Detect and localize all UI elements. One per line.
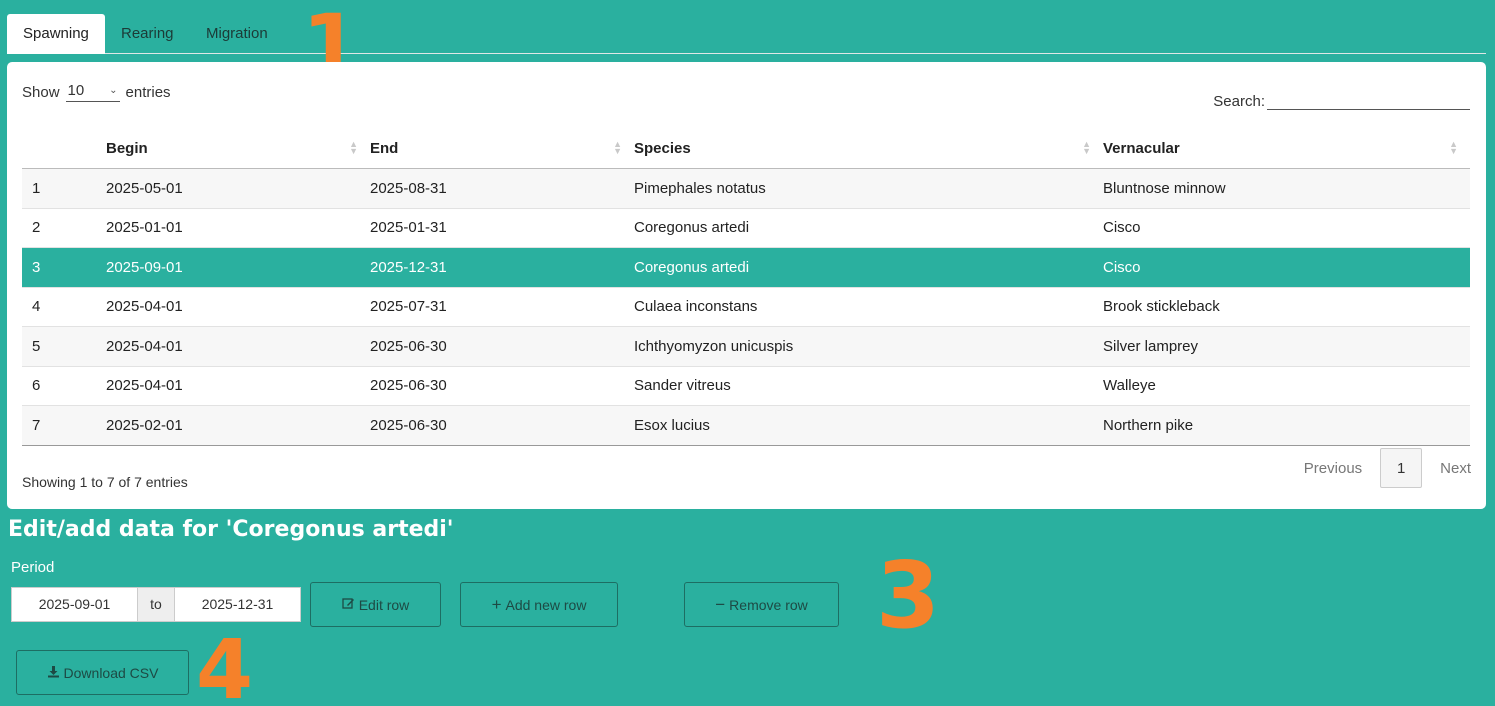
table-row[interactable]: 2 2025-01-01 2025-01-31 Coregonus artedi…	[22, 208, 1470, 248]
table-row[interactable]: 7 2025-02-01 2025-06-30 Esox lucius Nort…	[22, 406, 1470, 446]
annotation-marker-4: 4	[196, 623, 254, 706]
start-date-input[interactable]: 2025-09-01	[11, 587, 138, 622]
cell-begin: 2025-09-01	[106, 258, 183, 276]
remove-row-button[interactable]: − Remove row	[684, 582, 839, 627]
cell-begin: 2025-02-01	[106, 416, 183, 434]
edit-section-title: Edit/add data for 'Coregonus artedi'	[8, 517, 454, 542]
annotation-marker-3: 3	[876, 542, 941, 649]
download-csv-button[interactable]: Download CSV	[16, 650, 189, 695]
chevron-down-icon: ⌄	[109, 85, 118, 96]
cell-vernacular: Silver lamprey	[1103, 337, 1199, 355]
cell-end: 2025-06-30	[370, 337, 447, 355]
table-row[interactable]: 6 2025-04-01 2025-06-30 Sander vitreus W…	[22, 366, 1470, 406]
cell-vernacular: Brook stickleback	[1103, 298, 1220, 316]
plus-icon: +	[491, 594, 502, 614]
previous-page-button[interactable]: Previous	[1304, 460, 1362, 477]
search-label: Search:	[1213, 93, 1265, 110]
sort-icon: ▲ ▼	[349, 139, 358, 156]
entries-label: entries	[125, 83, 171, 101]
cell-end: 2025-06-30	[370, 377, 447, 395]
cell-index: 6	[32, 377, 41, 395]
remove-row-label: Remove row	[729, 596, 808, 613]
add-new-row-label: Add new row	[505, 596, 587, 613]
column-header-end[interactable]: End ▲ ▼	[370, 140, 634, 157]
data-table-card: Show 10 ⌄ entries Search: Begin ▲ ▼ End ▲…	[7, 62, 1486, 509]
cell-vernacular: Bluntnose minnow	[1103, 179, 1226, 197]
show-label: Show	[22, 83, 60, 101]
minus-icon: −	[715, 594, 726, 614]
search-control: Search:	[1213, 84, 1470, 110]
table-row-selected[interactable]: 3 2025-09-01 2025-12-31 Coregonus artedi…	[22, 248, 1470, 288]
cell-index: 1	[32, 179, 41, 197]
data-table: Begin ▲ ▼ End ▲ ▼ Species ▲ ▼ Vernacular ▲ ▼…	[22, 128, 1470, 446]
column-header-species[interactable]: Species ▲ ▼	[634, 140, 1103, 157]
table-header: Begin ▲ ▼ End ▲ ▼ Species ▲ ▼ Vernacular ▲ ▼	[22, 128, 1470, 169]
add-new-row-button[interactable]: + Add new row	[460, 582, 618, 627]
search-input[interactable]	[1267, 84, 1470, 110]
cell-end: 2025-08-31	[370, 179, 447, 197]
cell-vernacular: Northern pike	[1103, 416, 1194, 434]
tab-bar: Spawning Rearing Migration	[7, 14, 1486, 54]
edit-row-button[interactable]: Edit row	[310, 582, 441, 627]
column-header-label: End	[370, 139, 399, 157]
cell-index: 2	[32, 219, 41, 237]
cell-index: 7	[32, 416, 41, 434]
table-row[interactable]: 4 2025-04-01 2025-07-31 Culaea inconstan…	[22, 287, 1470, 327]
end-date-input[interactable]: 2025-12-31	[174, 587, 301, 622]
cell-end: 2025-01-31	[370, 219, 447, 237]
page-length-select[interactable]: 10 ⌄	[65, 82, 120, 102]
cell-vernacular: Cisco	[1103, 219, 1141, 237]
pagination: Previous 1 Next	[1304, 448, 1471, 488]
page-length-value: 10	[67, 82, 85, 99]
table-info: Showing 1 to 7 of 7 entries	[22, 474, 188, 490]
cell-begin: 2025-05-01	[106, 179, 183, 197]
cell-begin: 2025-04-01	[106, 377, 183, 395]
tab-spawning[interactable]: Spawning	[7, 14, 105, 54]
download-icon	[47, 665, 60, 681]
column-header-vernacular[interactable]: Vernacular ▲ ▼	[1103, 140, 1470, 157]
cell-species: Pimephales notatus	[634, 179, 766, 197]
tab-rearing[interactable]: Rearing	[105, 14, 190, 54]
column-header-label: Begin	[106, 139, 148, 157]
cell-species: Culaea inconstans	[634, 298, 758, 316]
cell-end: 2025-07-31	[370, 298, 447, 316]
cell-vernacular: Walleye	[1103, 377, 1156, 395]
edit-icon	[342, 597, 355, 613]
cell-begin: 2025-04-01	[106, 337, 183, 355]
cell-begin: 2025-04-01	[106, 298, 183, 316]
cell-species: Ichthyomyzon unicuspis	[634, 337, 794, 355]
period-daterange: 2025-09-01 to 2025-12-31	[11, 587, 301, 622]
period-label: Period	[11, 559, 55, 576]
cell-species: Coregonus artedi	[634, 219, 750, 237]
cell-index: 5	[32, 337, 41, 355]
cell-begin: 2025-01-01	[106, 219, 183, 237]
cell-end: 2025-06-30	[370, 416, 447, 434]
next-page-button[interactable]: Next	[1440, 460, 1471, 477]
sort-icon: ▲ ▼	[1082, 139, 1091, 156]
cell-end: 2025-12-31	[370, 258, 447, 276]
column-header-begin[interactable]: Begin ▲ ▼	[106, 140, 370, 157]
date-range-separator: to	[138, 587, 174, 622]
cell-index: 4	[32, 298, 41, 316]
tab-migration[interactable]: Migration	[190, 14, 284, 54]
cell-index: 3	[32, 258, 41, 276]
column-header-label: Vernacular	[1103, 139, 1180, 157]
cell-vernacular: Cisco	[1103, 258, 1141, 276]
table-row[interactable]: 1 2025-05-01 2025-08-31 Pimephales notat…	[22, 169, 1470, 209]
sort-icon: ▲ ▼	[1449, 139, 1458, 156]
cell-species: Esox lucius	[634, 416, 710, 434]
column-header-label: Species	[634, 139, 691, 157]
edit-row-label: Edit row	[358, 596, 410, 613]
table-row[interactable]: 5 2025-04-01 2025-06-30 Ichthyomyzon uni…	[22, 327, 1470, 367]
sort-icon: ▲ ▼	[613, 139, 622, 156]
cell-species: Sander vitreus	[634, 377, 731, 395]
cell-species: Coregonus artedi	[634, 258, 750, 276]
page-length-control: Show 10 ⌄ entries	[22, 82, 171, 102]
page-1-button[interactable]: 1	[1380, 448, 1423, 488]
download-csv-label: Download CSV	[63, 664, 159, 681]
